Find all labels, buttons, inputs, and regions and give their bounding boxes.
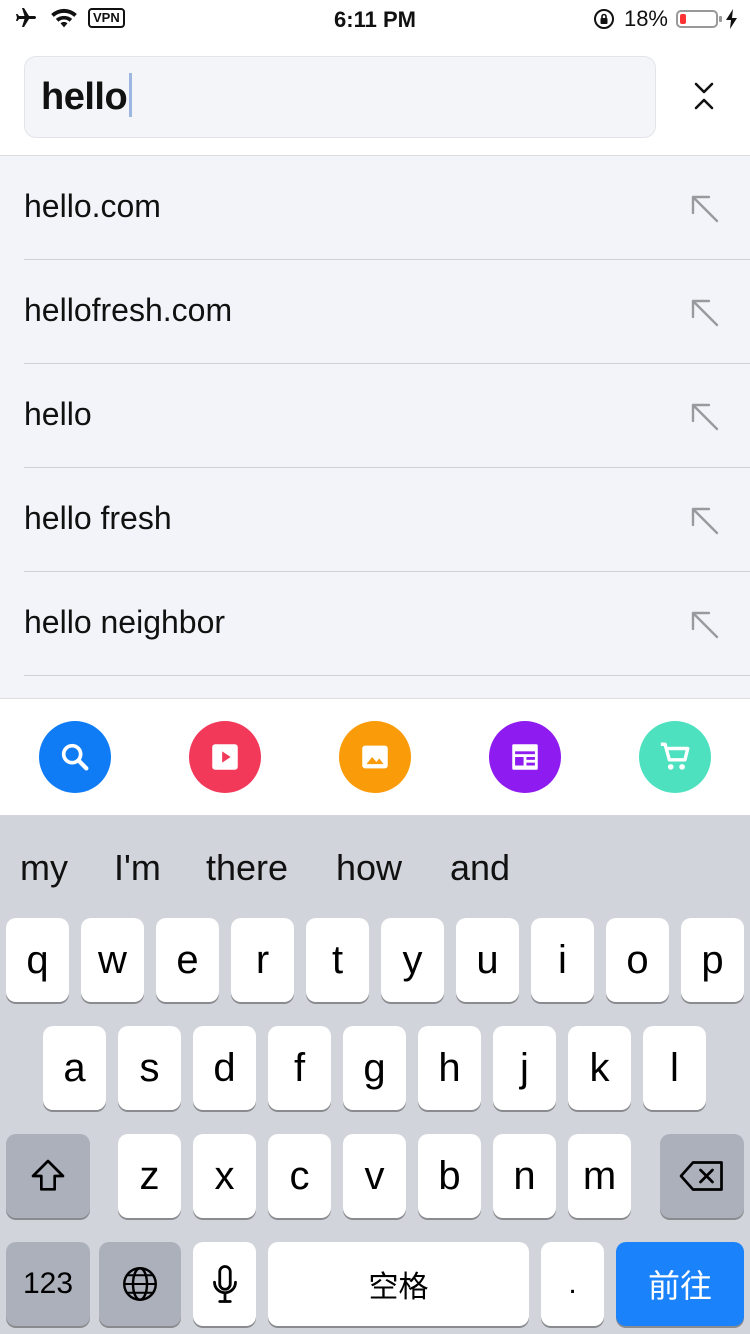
search-header: hello — [0, 40, 750, 156]
key-z[interactable]: z — [118, 1134, 181, 1218]
fill-query-arrow-icon[interactable] — [688, 192, 722, 226]
prediction-word[interactable]: there — [206, 847, 288, 889]
battery-level — [680, 14, 686, 24]
predictive-bar: my I'm there how and — [0, 815, 750, 915]
search-query-text[interactable]: hello — [41, 73, 133, 119]
key-d[interactable]: d — [193, 1026, 256, 1110]
key-q[interactable]: q — [6, 918, 69, 1002]
suggestion-text: hello neighbor — [24, 604, 226, 640]
search-icon — [61, 743, 89, 771]
suggestion-item[interactable]: hellofresh.com — [24, 260, 750, 364]
search-query-value: hello — [41, 76, 128, 118]
backspace-key[interactable] — [660, 1134, 744, 1218]
backspace-icon — [679, 1161, 723, 1191]
suggestion-item[interactable]: hello — [24, 364, 750, 468]
prediction-word[interactable]: and — [450, 847, 510, 889]
space-key[interactable]: 空格 — [268, 1242, 529, 1326]
key-e[interactable]: e — [156, 918, 219, 1002]
suggestion-text: hellofresh.com — [24, 292, 233, 328]
suggestion-list: hello.com hellofresh.com hello hello fre… — [0, 156, 750, 698]
key-u[interactable]: u — [456, 918, 519, 1002]
battery-icon — [676, 10, 722, 28]
search-input[interactable]: hello — [24, 56, 656, 138]
suggestion-text: hello — [24, 396, 92, 432]
globe-key[interactable] — [99, 1242, 181, 1326]
key-r[interactable]: r — [231, 918, 294, 1002]
microphone-icon — [212, 1265, 237, 1303]
key-k[interactable]: k — [568, 1026, 631, 1110]
fill-query-arrow-icon[interactable] — [688, 296, 722, 330]
prediction-word[interactable]: how — [336, 847, 402, 889]
status-right: 18% — [592, 6, 738, 32]
fill-query-arrow-icon[interactable] — [688, 400, 722, 434]
key-n[interactable]: n — [493, 1134, 556, 1218]
key-c[interactable]: c — [268, 1134, 331, 1218]
video-icon — [212, 744, 238, 770]
video-category-button[interactable] — [189, 721, 261, 793]
go-key[interactable]: 前往 — [616, 1242, 744, 1326]
key-i[interactable]: i — [531, 918, 594, 1002]
prediction-word[interactable]: I'm — [114, 847, 161, 889]
key-b[interactable]: b — [418, 1134, 481, 1218]
shift-key[interactable] — [6, 1134, 90, 1218]
suggestion-item[interactable]: hello fresh — [24, 468, 750, 572]
key-o[interactable]: o — [606, 918, 669, 1002]
key-x[interactable]: x — [193, 1134, 256, 1218]
prediction-word[interactable]: my — [20, 847, 68, 889]
key-m[interactable]: m — [568, 1134, 631, 1218]
image-icon — [362, 745, 388, 769]
key-f[interactable]: f — [268, 1026, 331, 1110]
key-t[interactable]: t — [306, 918, 369, 1002]
collapse-icon[interactable] — [686, 78, 722, 114]
key-s[interactable]: s — [118, 1026, 181, 1110]
period-key[interactable]: . — [541, 1242, 604, 1326]
microphone-key[interactable] — [193, 1242, 256, 1326]
key-l[interactable]: l — [643, 1026, 706, 1110]
search-category-button[interactable] — [39, 721, 111, 793]
fill-query-arrow-icon[interactable] — [688, 608, 722, 642]
key-a[interactable]: a — [43, 1026, 106, 1110]
globe-icon — [123, 1267, 157, 1301]
image-category-button[interactable] — [339, 721, 411, 793]
news-icon — [512, 744, 538, 770]
suggestion-item[interactable]: hello neighbor — [24, 572, 750, 676]
shopping-cart-icon — [660, 742, 690, 770]
battery-percent: 18% — [623, 6, 668, 31]
news-category-button[interactable] — [489, 721, 561, 793]
text-cursor — [129, 73, 133, 117]
suggestion-text: hello.com — [24, 188, 161, 224]
numbers-key[interactable]: 123 — [6, 1242, 90, 1326]
key-y[interactable]: y — [381, 918, 444, 1002]
key-g[interactable]: g — [343, 1026, 406, 1110]
suggestion-item[interactable]: hello.com — [24, 156, 750, 260]
key-w[interactable]: w — [81, 918, 144, 1002]
fill-query-arrow-icon[interactable] — [688, 504, 722, 538]
shift-arrow-icon — [31, 1159, 65, 1191]
key-v[interactable]: v — [343, 1134, 406, 1218]
suggestion-text: hello fresh — [24, 500, 172, 536]
status-bar: VPN 6:11 PM 18% — [0, 0, 750, 40]
rotation-lock-icon — [593, 9, 614, 29]
keyboard: my I'm there how and q w e r t y u i o p… — [0, 815, 750, 1334]
key-h[interactable]: h — [418, 1026, 481, 1110]
shopping-category-button[interactable] — [639, 721, 711, 793]
key-j[interactable]: j — [493, 1026, 556, 1110]
key-p[interactable]: p — [681, 918, 744, 1002]
search-category-bar — [0, 698, 750, 815]
charging-icon — [726, 9, 737, 29]
